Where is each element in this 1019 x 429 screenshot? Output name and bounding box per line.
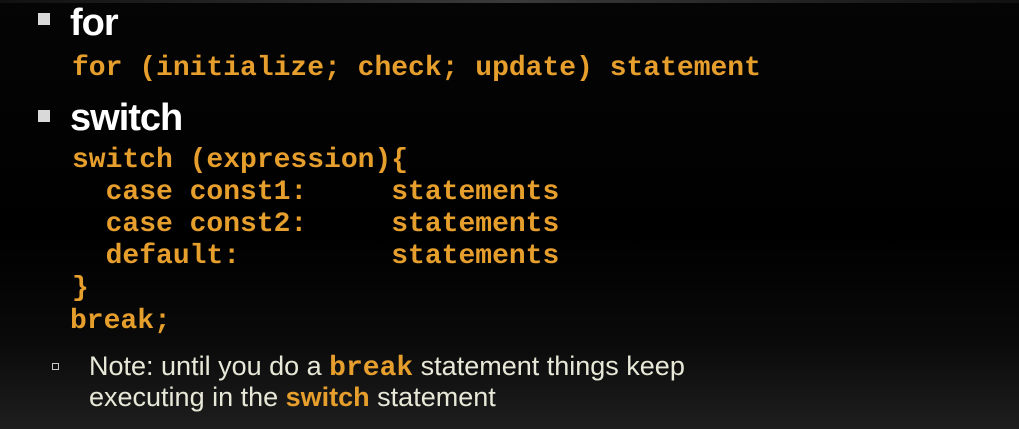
- code-line-case1: case const1: statements: [72, 177, 560, 208]
- note-line-2: executing in the switch statement: [89, 383, 496, 411]
- slide: for for (initialize; check; update) stat…: [0, 0, 1019, 429]
- note-prefix: Note: until you do a: [89, 351, 330, 381]
- code-line-default: default: statements: [72, 241, 560, 272]
- note-line2-suffix: statement: [369, 382, 496, 412]
- note-middle: statement things keep: [413, 351, 685, 381]
- bullet-for: [38, 13, 50, 25]
- bullet-switch: [38, 110, 50, 122]
- note-break-keyword: break: [329, 353, 414, 384]
- heading-switch: switch: [70, 97, 183, 139]
- top-divider: [0, 0, 1019, 3]
- note-line2-prefix: executing in the: [89, 382, 286, 412]
- code-line-break: break;: [70, 306, 171, 337]
- sub-bullet-note: [52, 363, 59, 370]
- code-line-case2: case const2: statements: [72, 209, 560, 240]
- code-line-switch: switch (expression){: [72, 145, 409, 176]
- for-syntax: for (initialize; check; update) statemen…: [72, 53, 761, 84]
- heading-for: for: [70, 2, 119, 44]
- note-switch-keyword: switch: [285, 382, 370, 412]
- code-line-close-brace: }: [72, 273, 89, 304]
- note-line-1: Note: until you do a break statement thi…: [89, 352, 685, 383]
